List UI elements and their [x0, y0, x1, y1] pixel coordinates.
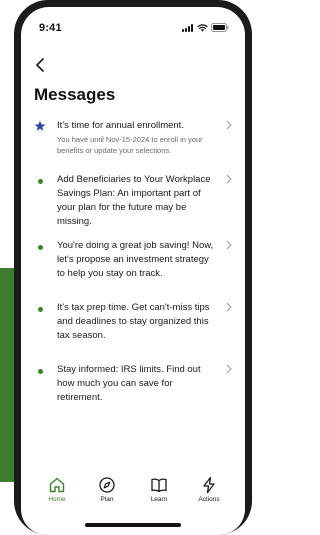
message-item-investment-strategy[interactable]: You're doing a great job saving! Now, le…	[21, 239, 245, 281]
chevron-right-icon	[226, 174, 232, 184]
message-item-irs-limits[interactable]: Stay informed: IRS limits. Find out how …	[21, 363, 245, 405]
message-item-beneficiaries[interactable]: Add Beneficiaries to Your Workplace Savi…	[21, 173, 245, 229]
compass-icon	[99, 477, 115, 493]
tab-bar: Home Plan Learn Actions	[21, 476, 245, 516]
message-title: It's tax prep time. Get can't-miss tips …	[57, 302, 210, 341]
chevron-right-icon	[226, 364, 232, 374]
message-item-annual-enrollment[interactable]: It's time for annual enrollment. You hav…	[21, 119, 245, 156]
lightning-icon	[203, 476, 215, 494]
tab-label: Actions	[198, 496, 220, 503]
status-bar: 9:41	[21, 7, 245, 43]
message-title: Add Beneficiaries to Your Workplace Savi…	[57, 174, 211, 227]
bullet-dot	[38, 245, 43, 250]
tab-actions[interactable]: Actions	[184, 476, 234, 503]
signal-icon	[182, 23, 194, 32]
home-icon	[49, 477, 65, 493]
message-title: Stay informed: IRS limits. Find out how …	[57, 364, 201, 403]
message-item-tax-prep[interactable]: It's tax prep time. Get can't-miss tips …	[21, 301, 245, 343]
tab-label: Learn	[150, 496, 168, 503]
wifi-icon	[197, 23, 208, 32]
chevron-right-icon	[226, 120, 232, 130]
tab-learn[interactable]: Learn	[134, 476, 184, 503]
message-title: It's time for annual enrollment.	[57, 120, 184, 131]
message-subtitle: You have until Nov-15-2024 to enroll in …	[57, 135, 203, 155]
tab-label: Home	[48, 496, 66, 503]
page-title: Messages	[34, 85, 116, 104]
tab-home[interactable]: Home	[32, 476, 82, 503]
star-icon	[34, 120, 46, 131]
chevron-right-icon	[226, 302, 232, 312]
tab-label: Plan	[100, 496, 114, 503]
bullet-dot	[38, 369, 43, 374]
bullet-dot	[38, 179, 43, 184]
status-icons	[182, 23, 229, 32]
message-title: You're doing a great job saving! Now, le…	[57, 240, 214, 279]
status-time: 9:41	[39, 22, 62, 34]
chevron-right-icon	[226, 240, 232, 250]
book-icon	[151, 478, 167, 493]
tab-plan[interactable]: Plan	[82, 476, 132, 503]
home-indicator[interactable]	[85, 523, 181, 527]
phone-frame: 9:41 Messages It's time for annual enrol…	[14, 0, 252, 535]
phone-screen: 9:41 Messages It's time for annual enrol…	[21, 7, 245, 535]
battery-icon	[211, 23, 229, 32]
bullet-dot	[38, 307, 43, 312]
chevron-left-icon[interactable]	[32, 56, 50, 74]
